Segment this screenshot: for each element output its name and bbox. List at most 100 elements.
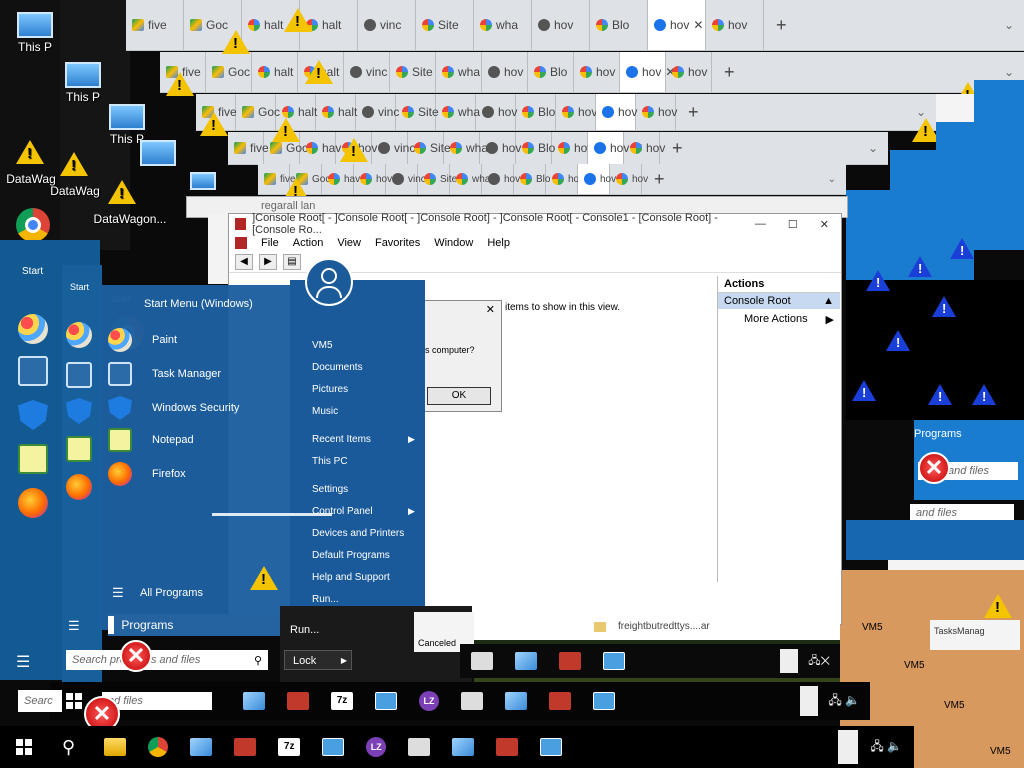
7zip-icon[interactable]: 7z — [331, 692, 353, 710]
menu-window[interactable]: Window — [434, 237, 473, 249]
browser-tab[interactable]: hov✕ — [596, 94, 651, 130]
vm-icon[interactable] — [505, 692, 527, 710]
menu-favorites[interactable]: Favorites — [375, 237, 420, 249]
menu-help[interactable]: Help — [487, 237, 510, 249]
browser-tab[interactable]: hov✕ — [620, 52, 675, 92]
monitor-icon[interactable] — [593, 692, 615, 710]
firefox-icon[interactable] — [66, 474, 92, 500]
new-tab-button[interactable]: + — [660, 138, 695, 159]
browser-tab[interactable]: wha — [450, 164, 490, 194]
start-item-firefox[interactable]: Firefox — [108, 462, 186, 486]
browser-tab[interactable]: hov✕ — [578, 164, 629, 194]
start-item-task-manager[interactable]: Task Manager — [108, 362, 221, 386]
vm-icon[interactable] — [452, 738, 475, 756]
calculator-icon[interactable] — [461, 692, 483, 710]
programs-row[interactable]: Programs — [108, 614, 284, 636]
chrome-icon[interactable] — [148, 737, 169, 757]
browser-tab[interactable]: Blo — [590, 0, 648, 50]
browser-tab[interactable]: Blo — [514, 164, 550, 194]
ok-button[interactable]: OK — [427, 387, 491, 405]
all-programs-button[interactable]: All Programs — [140, 587, 203, 599]
browser-tab[interactable]: Site — [390, 52, 436, 92]
network-icon[interactable]: 🖧 🔈 — [828, 691, 860, 712]
browser-tab[interactable]: wha — [444, 132, 488, 164]
computer-icon[interactable] — [140, 140, 184, 170]
tab-search-chevron-icon[interactable]: ⌄ — [868, 141, 888, 155]
network-icon[interactable]: 🖧 🔈 — [870, 737, 902, 758]
browser-tab[interactable]: Site — [416, 0, 474, 50]
start-right-settings[interactable]: Settings — [312, 484, 348, 495]
notepad-icon[interactable] — [18, 444, 48, 474]
start-right-this-pc[interactable]: This PC — [312, 456, 348, 467]
desktop-icon-this-pc-2[interactable]: This P — [48, 62, 118, 104]
search-input[interactable]: Searc — [18, 690, 62, 712]
browser-tab[interactable]: Site — [396, 94, 439, 130]
show-desktop-button[interactable] — [780, 649, 799, 673]
lock-button[interactable]: Lock ▶ — [284, 650, 352, 670]
browser-tab[interactable]: vinc — [356, 94, 399, 130]
show-hide-tree-button[interactable]: ▤ — [283, 254, 301, 270]
menu-view[interactable]: View — [337, 237, 361, 249]
task-manager-icon[interactable] — [18, 356, 48, 386]
search-icon[interactable]: ⚲ — [62, 737, 75, 758]
task-manager-icon[interactable] — [66, 362, 92, 388]
browser-tab[interactable]: hov — [610, 164, 648, 194]
browser-tab[interactable]: hav — [322, 164, 360, 194]
browser-tab[interactable]: hov — [624, 132, 665, 164]
all-apps-icon[interactable]: ☰ — [16, 652, 30, 672]
7zip-icon[interactable]: 7z — [278, 738, 301, 756]
desktop-icon-datawagon[interactable]: DataWagon... — [90, 180, 170, 226]
new-tab-button[interactable]: + — [676, 102, 711, 123]
notepad-icon[interactable] — [66, 436, 92, 462]
remote-desktop-icon[interactable] — [375, 692, 397, 710]
start-right-devices-printers[interactable]: Devices and Printers — [312, 528, 404, 539]
browser-tab[interactable]: Blo — [528, 52, 574, 92]
start-right-control-panel[interactable]: Control Panel — [312, 506, 373, 517]
browser-tab[interactable]: five — [228, 132, 269, 164]
browser-tab[interactable]: hov — [482, 52, 528, 92]
toolbox-icon[interactable] — [287, 692, 309, 710]
lz-app-icon[interactable]: LZ — [366, 737, 387, 757]
start-right-pictures[interactable]: Pictures — [312, 384, 348, 395]
show-desktop-button[interactable] — [800, 686, 819, 716]
browser-tab[interactable]: hov — [354, 164, 392, 194]
browser-tab[interactable]: Site — [418, 164, 457, 194]
remote-desktop-icon[interactable] — [322, 738, 345, 756]
browser-tab[interactable]: hov — [556, 94, 597, 130]
new-tab-button[interactable]: + — [712, 62, 747, 83]
lz-app-icon[interactable]: LZ — [419, 691, 439, 711]
user-avatar[interactable] — [305, 258, 353, 306]
tab-search-chevron-icon[interactable]: ⌄ — [828, 174, 846, 185]
desktop-icon-this-pc[interactable]: This P — [0, 12, 70, 54]
browser-tab[interactable]: hov — [482, 164, 520, 194]
start-item-notepad[interactable]: Notepad — [108, 428, 194, 452]
toolbox-icon[interactable] — [549, 692, 571, 710]
computer-icon[interactable] — [190, 172, 220, 196]
browser-tab[interactable]: hov✕ — [648, 0, 706, 50]
new-tab-button[interactable]: + — [764, 15, 799, 36]
toolbox-icon[interactable] — [234, 738, 257, 756]
close-button[interactable]: ✕ — [820, 218, 829, 231]
browser-tab[interactable]: vinc — [386, 164, 426, 194]
browser-tab[interactable]: vinc — [358, 0, 416, 50]
browser-tab[interactable]: five — [126, 0, 184, 50]
calculator-icon[interactable] — [408, 738, 431, 756]
browser-tab[interactable]: hov — [574, 52, 620, 92]
browser-tab[interactable]: halt — [316, 94, 357, 130]
close-icon[interactable]: ✕ — [486, 303, 495, 316]
browser-tab[interactable]: vinc — [372, 132, 415, 164]
vm-icon[interactable] — [243, 692, 265, 710]
browser-tab[interactable]: hov — [476, 94, 517, 130]
browser-tab[interactable]: Site — [408, 132, 451, 164]
start-item-paint[interactable]: Paint — [108, 328, 177, 352]
browser-tab[interactable]: wha — [436, 52, 482, 92]
chrome-icon[interactable] — [16, 208, 50, 242]
calculator-icon[interactable] — [471, 652, 493, 670]
windows-start-icon[interactable] — [66, 693, 82, 709]
browser-tab[interactable]: hov — [552, 132, 593, 164]
actions-console-root[interactable]: Console Root ▲ — [718, 293, 840, 309]
browser-tab[interactable]: Goc — [206, 52, 252, 92]
monitor-icon[interactable] — [603, 652, 625, 670]
start-right-default-programs[interactable]: Default Programs — [312, 550, 390, 561]
new-tab-button[interactable]: + — [642, 169, 677, 190]
